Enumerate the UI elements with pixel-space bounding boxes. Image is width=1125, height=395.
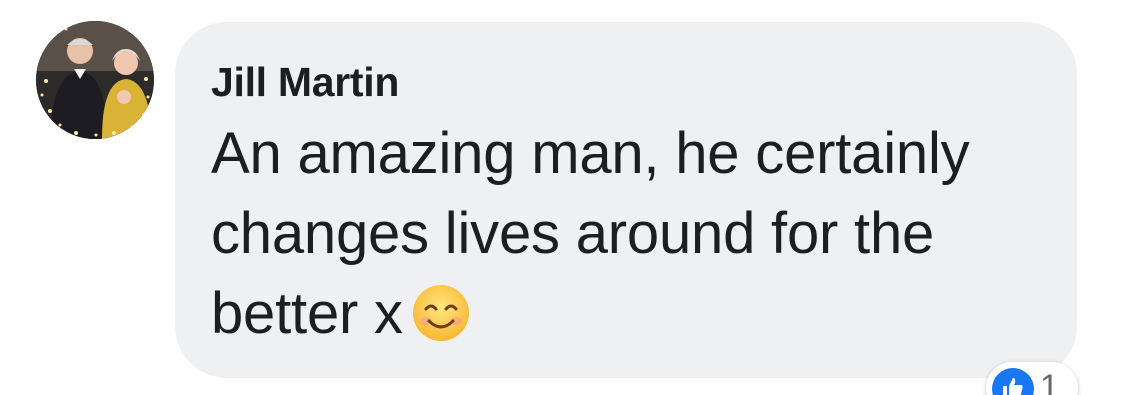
avatar[interactable] [36,21,154,139]
like-icon [992,368,1034,395]
comment-thread: Jill Martin An amazing man, he certainly… [0,0,1125,395]
comment-author[interactable]: Jill Martin [211,58,1043,107]
comment-bubble: Jill Martin An amazing man, he certainly… [175,22,1077,378]
reaction-badge[interactable]: 1 [986,362,1078,395]
comment-text: An amazing man, he certainly changes liv… [211,121,970,347]
reaction-count: 1 [1040,368,1059,395]
smiling-face-icon [412,285,469,342]
avatar-photo [36,21,154,139]
comment-body: An amazing man, he certainly changes liv… [211,114,1071,354]
